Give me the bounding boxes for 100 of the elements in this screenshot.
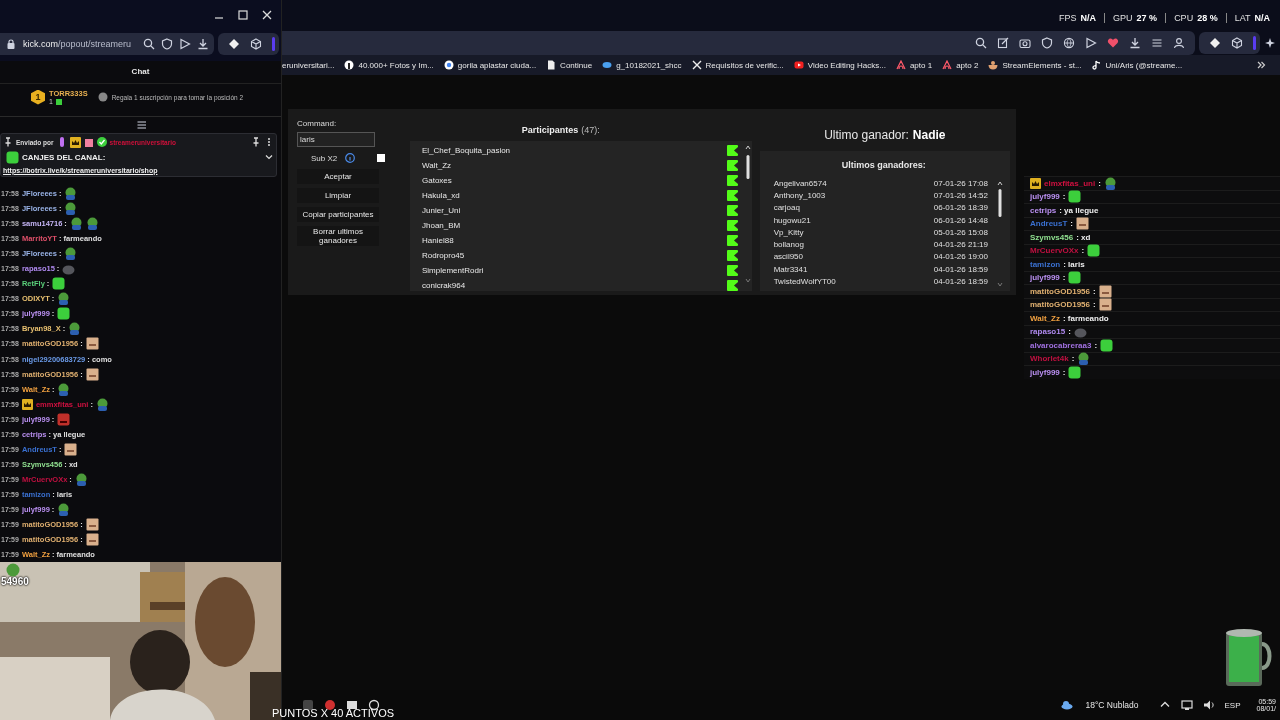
crown-badge-icon bbox=[69, 136, 81, 148]
action-button[interactable]: Borrar ultimos ganadores bbox=[297, 226, 379, 247]
bookmark[interactable]: Continue bbox=[546, 60, 593, 70]
emote-icon bbox=[64, 442, 78, 456]
search-icon[interactable] bbox=[975, 36, 987, 49]
winner-date: 04-01-26 19:00 bbox=[933, 252, 988, 262]
stat-label: GPU bbox=[1113, 13, 1133, 23]
address-bar[interactable]: kick.com/popout/streameru bbox=[0, 33, 214, 55]
command-field[interactable]: laris bbox=[297, 132, 375, 147]
message-text: : bbox=[1093, 300, 1096, 310]
message-text: : bbox=[1093, 286, 1096, 296]
chat-username: tamizon bbox=[1030, 259, 1061, 269]
volume-icon[interactable] bbox=[1202, 699, 1215, 711]
pin-icon bbox=[3, 137, 13, 147]
emote-icon bbox=[1098, 284, 1112, 298]
maximize-icon[interactable] bbox=[237, 9, 249, 21]
browser-icon[interactable] bbox=[324, 699, 336, 711]
message-text: : bbox=[1094, 340, 1098, 350]
shield-icon[interactable] bbox=[161, 38, 173, 50]
winner-name: bollanog bbox=[773, 240, 804, 250]
bookmark[interactable]: apto 1 bbox=[895, 60, 933, 70]
chevrons-right-icon[interactable] bbox=[1256, 60, 1266, 70]
pin-icon[interactable] bbox=[251, 137, 261, 147]
record-icon[interactable] bbox=[368, 699, 380, 711]
shield-icon[interactable] bbox=[1041, 36, 1053, 49]
bookmark[interactable]: Video Editing Hacks... bbox=[793, 60, 886, 70]
app-icon[interactable] bbox=[302, 699, 314, 711]
bookmark[interactable]: gorila aplastar ciuda... bbox=[443, 60, 537, 70]
stat-label: FPS bbox=[1059, 13, 1077, 23]
participant-name: Gatoxes bbox=[422, 176, 452, 185]
bookmark[interactable]: apto 2 bbox=[942, 60, 979, 70]
checkbox[interactable] bbox=[377, 154, 386, 162]
bookmark[interactable]: eruniversitari... bbox=[282, 60, 335, 70]
winner-name: Vp_Kitty bbox=[773, 227, 804, 237]
document-icon bbox=[546, 60, 557, 70]
last-winner-label: Ultimo ganador: bbox=[824, 128, 909, 142]
edit-icon[interactable] bbox=[997, 36, 1009, 49]
participant-name: Rodropro45 bbox=[422, 251, 465, 260]
chevron-down-icon[interactable] bbox=[264, 152, 274, 162]
crown-badge-icon bbox=[1030, 177, 1041, 189]
bookmark[interactable]: Uni/Aris (@streame... bbox=[1091, 60, 1183, 70]
message-text: : ya llegue bbox=[1059, 205, 1099, 215]
language-indicator[interactable]: ESP bbox=[1224, 700, 1241, 710]
network-icon[interactable] bbox=[1180, 699, 1193, 711]
download-icon[interactable] bbox=[197, 38, 209, 50]
winner-date: 04-01-26 18:59 bbox=[933, 264, 988, 274]
message-text: : bbox=[1068, 327, 1071, 337]
close-icon[interactable] bbox=[261, 9, 273, 21]
video-icon bbox=[793, 60, 804, 70]
menu-icon[interactable] bbox=[1151, 36, 1163, 49]
winner-date: 06-01-26 18:39 bbox=[933, 203, 988, 213]
diamond-icon[interactable] bbox=[228, 38, 240, 50]
sub-label: Sub X2 bbox=[311, 153, 338, 163]
person-icon[interactable] bbox=[1173, 36, 1185, 49]
filter-icon[interactable] bbox=[135, 119, 146, 129]
action-button[interactable]: Aceptar bbox=[297, 169, 379, 184]
info-icon bbox=[345, 153, 356, 163]
message-text: : bbox=[1062, 273, 1066, 283]
camera-icon[interactable] bbox=[1019, 36, 1031, 49]
bookmark[interactable]: StreamElements - st... bbox=[988, 60, 1082, 70]
participant-name: Haniel88 bbox=[422, 236, 454, 245]
scrollbar[interactable] bbox=[743, 143, 752, 285]
play-icon[interactable] bbox=[1085, 36, 1097, 49]
action-button[interactable]: Copiar participantes bbox=[297, 207, 379, 222]
message-text: : farmeando bbox=[1062, 313, 1109, 323]
platform-icon bbox=[726, 145, 738, 156]
participant-name: Hakula_xd bbox=[422, 191, 460, 200]
bookmark[interactable]: Requisitos de verific... bbox=[691, 60, 784, 70]
pin-icon bbox=[344, 60, 355, 70]
chat-username: julyf999 bbox=[1030, 192, 1060, 202]
cube-icon[interactable] bbox=[250, 38, 262, 50]
cube-icon[interactable] bbox=[1231, 36, 1243, 49]
bookmark[interactable]: 40.000+ Fotos y Im... bbox=[344, 60, 434, 70]
winner-name: carjoaq bbox=[773, 203, 800, 213]
stat-value: N/A bbox=[1254, 13, 1270, 23]
platform-icon bbox=[726, 235, 738, 246]
heart-icon[interactable] bbox=[1107, 36, 1119, 49]
search-icon[interactable] bbox=[143, 38, 155, 50]
url-text: kick.com/popout/streameru bbox=[23, 39, 133, 49]
chat-username: Szymvs456 bbox=[1030, 232, 1074, 242]
blob-emote-icon bbox=[6, 150, 19, 164]
download-icon[interactable] bbox=[1129, 36, 1141, 49]
globe-icon[interactable] bbox=[1063, 36, 1075, 49]
participant-name: Jhoan_BM bbox=[422, 221, 461, 230]
blob-emote-icon bbox=[1100, 338, 1114, 352]
stat-value: N/A bbox=[1080, 13, 1097, 23]
scrollbar[interactable] bbox=[996, 179, 1004, 289]
action-button[interactable]: Limpiar bbox=[297, 188, 379, 203]
weather-text: 18°C Nublado bbox=[1085, 700, 1139, 710]
play-icon[interactable] bbox=[179, 38, 191, 50]
emote-icon bbox=[85, 367, 99, 381]
bookmark[interactable]: g_10182021_shcc bbox=[602, 60, 682, 70]
winner-date: 05-01-26 15:08 bbox=[933, 227, 988, 237]
bowl-icon bbox=[988, 60, 999, 70]
chat-username: rapaso15 bbox=[1030, 327, 1066, 337]
lock-icon bbox=[5, 38, 17, 50]
diamond-icon[interactable] bbox=[1209, 36, 1221, 49]
chat-username: AndreusT bbox=[1030, 219, 1068, 229]
stat-value: 27 % bbox=[1136, 13, 1158, 23]
terminal-icon[interactable] bbox=[346, 699, 358, 711]
